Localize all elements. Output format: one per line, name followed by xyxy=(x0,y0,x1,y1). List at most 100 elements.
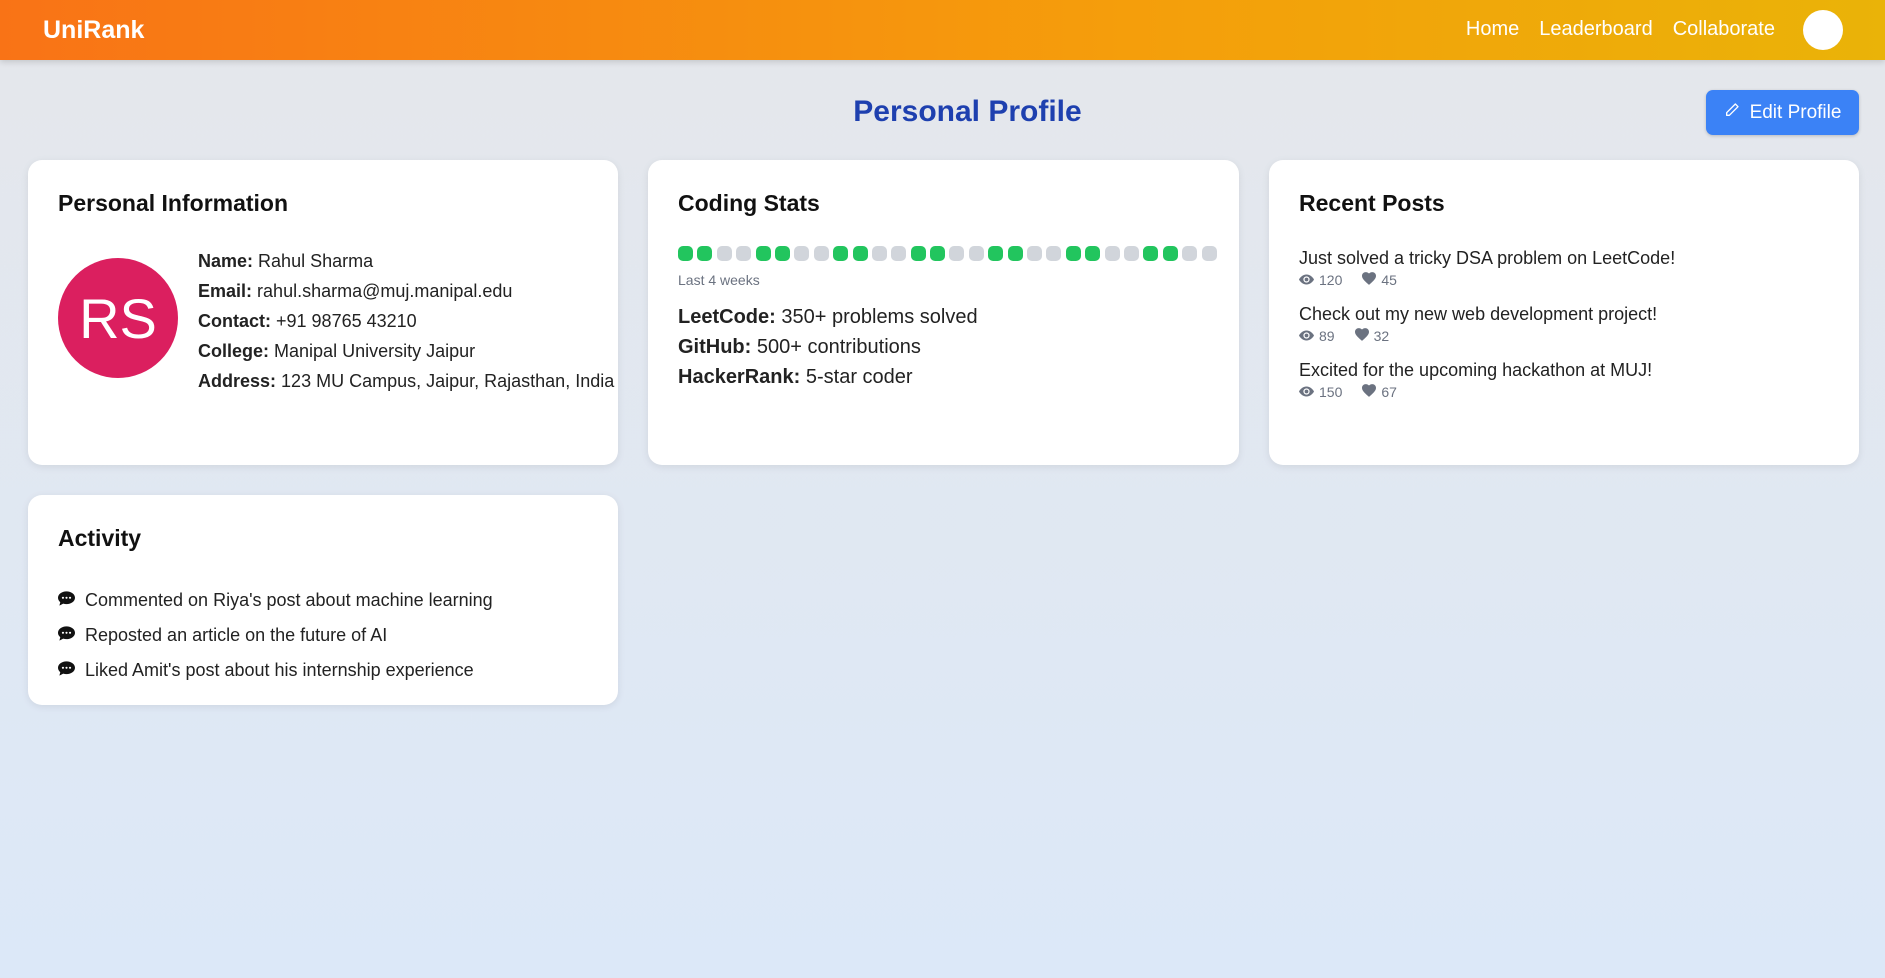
personal-info-list: Name: Rahul Sharma Email: rahul.sharma@m… xyxy=(198,246,614,396)
list-item[interactable]: Check out my new web development project… xyxy=(1299,302,1675,344)
views-value: 89 xyxy=(1319,328,1335,344)
info-row-college: College: Manipal University Jaipur xyxy=(198,336,614,366)
views-value: 150 xyxy=(1319,384,1343,400)
likes-value: 45 xyxy=(1381,272,1397,288)
eye-icon xyxy=(1299,328,1314,344)
personal-information-heading: Personal Information xyxy=(58,190,289,216)
comment-icon xyxy=(58,583,75,618)
activity-day-active xyxy=(1085,246,1101,261)
info-row-email: Email: rahul.sharma@muj.manipal.edu xyxy=(198,276,614,306)
activity-day-active xyxy=(774,246,790,261)
info-value: 123 MU Campus, Jaipur, Rajasthan, India xyxy=(281,371,615,391)
activity-day-active xyxy=(1065,246,1081,261)
activity-day-active xyxy=(833,246,849,261)
activity-day-active xyxy=(678,246,693,261)
profile-avatar: RS xyxy=(58,258,178,378)
list-item: Liked Amit's post about his internship e… xyxy=(58,653,493,688)
activity-day-inactive xyxy=(871,246,887,261)
activity-day-active xyxy=(930,246,946,261)
nav-link-leaderboard[interactable]: Leaderboard xyxy=(1539,18,1652,41)
posts-list: Just solved a tricky DSA problem on Leet… xyxy=(1299,246,1675,414)
activity-text: Commented on Riya's post about machine l… xyxy=(85,590,493,610)
stat-value: 5-star coder xyxy=(805,366,913,388)
views-count: 89 xyxy=(1299,328,1335,344)
nav-link-collaborate[interactable]: Collaborate xyxy=(1673,18,1775,41)
coding-stats-heading: Coding Stats xyxy=(678,190,820,216)
avatar-initials: RS xyxy=(79,286,157,350)
activity-text: Reposted an article on the future of AI xyxy=(85,625,388,645)
activity-grid-caption: Last 4 weeks xyxy=(678,272,760,288)
activity-day-inactive xyxy=(1201,246,1217,261)
info-value: rahul.sharma@muj.manipal.edu xyxy=(257,281,513,301)
info-value: Rahul Sharma xyxy=(258,251,374,271)
comment-icon xyxy=(58,653,75,688)
likes-count: 45 xyxy=(1362,272,1397,288)
info-row-contact: Contact: +91 98765 43210 xyxy=(198,306,614,336)
activity-day-active xyxy=(697,246,713,261)
stat-value: 350+ problems solved xyxy=(781,306,978,328)
info-value: +91 98765 43210 xyxy=(276,311,417,331)
activity-heading: Activity xyxy=(58,525,142,551)
activity-day-inactive xyxy=(813,246,829,261)
activity-day-inactive xyxy=(1123,246,1139,261)
likes-count: 67 xyxy=(1362,384,1397,400)
post-title[interactable]: Just solved a tricky DSA problem on Leet… xyxy=(1299,246,1675,270)
navbar: UniRank Home Leaderboard Collaborate xyxy=(0,0,1885,60)
eye-icon xyxy=(1299,272,1314,288)
activity-day-inactive xyxy=(891,246,907,261)
activity-grid xyxy=(678,246,1217,261)
personal-information-card: Personal Information RS Name: Rahul Shar… xyxy=(28,160,618,465)
user-avatar-button[interactable] xyxy=(1803,10,1843,50)
post-meta: 89 32 xyxy=(1299,328,1675,344)
recent-posts-heading: Recent Posts xyxy=(1299,190,1445,216)
coding-stats-list: LeetCode: 350+ problems solved GitHub: 5… xyxy=(678,302,978,392)
activity-day-inactive xyxy=(1027,246,1043,261)
activity-day-inactive xyxy=(1046,246,1062,261)
post-title[interactable]: Excited for the upcoming hackathon at MU… xyxy=(1299,358,1675,382)
stat-github: GitHub: 500+ contributions xyxy=(678,332,978,362)
nav-link-home[interactable]: Home xyxy=(1466,18,1519,41)
activity-day-active xyxy=(988,246,1004,261)
info-label: Address: xyxy=(198,371,277,391)
eye-icon xyxy=(1299,384,1314,400)
activity-day-active xyxy=(852,246,868,261)
heart-icon xyxy=(1362,272,1377,288)
stat-label: LeetCode: xyxy=(678,306,776,328)
views-value: 120 xyxy=(1319,272,1343,288)
stat-leetcode: LeetCode: 350+ problems solved xyxy=(678,302,978,332)
heart-icon xyxy=(1362,384,1377,400)
page-title: Personal Profile xyxy=(853,95,1082,128)
activity-day-inactive xyxy=(968,246,984,261)
list-item: Commented on Riya's post about machine l… xyxy=(58,583,493,618)
post-meta: 150 67 xyxy=(1299,384,1675,400)
likes-count: 32 xyxy=(1354,328,1390,344)
list-item: Reposted an article on the future of AI xyxy=(58,618,493,653)
info-label: Contact: xyxy=(198,311,271,331)
likes-value: 67 xyxy=(1381,384,1397,400)
activity-card: Activity Commented on Riya's post about … xyxy=(28,495,618,705)
coding-stats-card: Coding Stats Last 4 weeks LeetCode: 350+… xyxy=(648,160,1239,465)
activity-day-active xyxy=(1162,246,1178,261)
stat-label: GitHub: xyxy=(678,336,752,358)
info-row-name: Name: Rahul Sharma xyxy=(198,246,614,276)
views-count: 120 xyxy=(1299,272,1342,288)
post-meta: 120 45 xyxy=(1299,272,1675,288)
activity-day-inactive xyxy=(794,246,810,261)
stat-value: 500+ contributions xyxy=(756,336,921,358)
stat-label: HackerRank: xyxy=(678,366,801,388)
list-item[interactable]: Just solved a tricky DSA problem on Leet… xyxy=(1299,246,1675,288)
edit-profile-button[interactable]: Edit Profile xyxy=(1706,90,1859,135)
activity-day-active xyxy=(755,246,771,261)
activity-day-inactive xyxy=(716,246,732,261)
activity-day-active xyxy=(910,246,926,261)
info-row-address: Address: 123 MU Campus, Jaipur, Rajastha… xyxy=(198,366,614,396)
post-title[interactable]: Check out my new web development project… xyxy=(1299,302,1675,326)
activity-day-inactive xyxy=(949,246,965,261)
list-item[interactable]: Excited for the upcoming hackathon at MU… xyxy=(1299,358,1675,400)
recent-posts-card: Recent Posts Just solved a tricky DSA pr… xyxy=(1269,160,1859,465)
brand-logo[interactable]: UniRank xyxy=(43,16,144,45)
likes-value: 32 xyxy=(1373,328,1390,344)
activity-day-inactive xyxy=(1182,246,1198,261)
activity-day-active xyxy=(1143,246,1159,261)
nav-links: Home Leaderboard Collaborate xyxy=(1466,18,1775,41)
